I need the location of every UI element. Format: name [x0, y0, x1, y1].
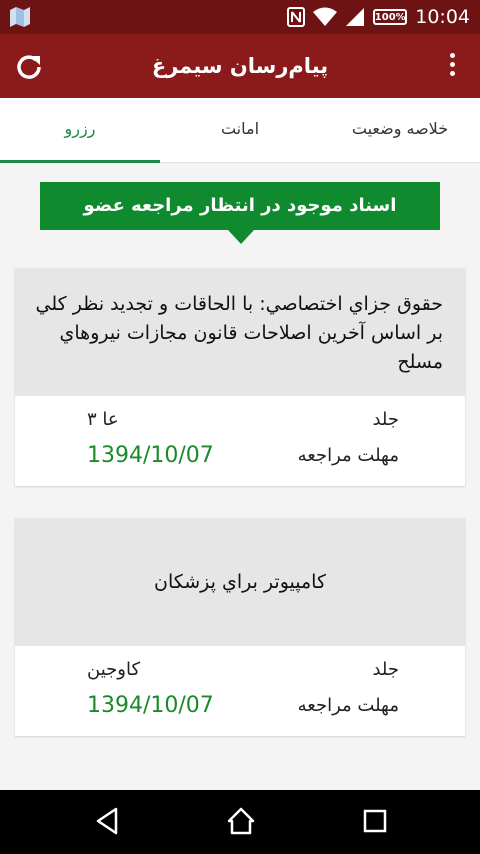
card-details: جلد عا ۳ مهلت مراجعه 1394/10/07 — [15, 396, 465, 486]
clock: 10:04 — [415, 6, 470, 28]
gallery-icon — [10, 7, 30, 27]
volume-value: كاوجين — [87, 659, 141, 680]
back-triangle-icon[interactable] — [94, 806, 120, 836]
recents-square-icon[interactable] — [362, 806, 388, 836]
deadline-label: مهلت مراجعه — [297, 445, 399, 466]
system-nav-bar — [0, 790, 480, 854]
app-title: پیام‌رسان سیمرغ — [151, 54, 329, 78]
home-icon[interactable] — [226, 806, 256, 836]
status-banner: اسناد موجود در انتظار مراجعه عضو — [40, 182, 440, 230]
deadline-label: مهلت مراجعه — [297, 695, 399, 716]
deadline-value: 1394/10/07 — [87, 693, 214, 718]
volume-value: عا ۳ — [87, 409, 119, 430]
list-item[interactable]: حقوق جزاي اختصاصي: با الحاقات و تجديد نظ… — [15, 268, 465, 486]
book-title: حقوق جزاي اختصاصي: با الحاقات و تجديد نظ… — [15, 268, 465, 396]
volume-label: جلد — [372, 409, 399, 430]
battery-percent: 100% — [374, 11, 406, 23]
app-bar: پیام‌رسان سیمرغ — [0, 34, 480, 98]
nfc-icon — [287, 7, 306, 27]
signal-icon — [346, 8, 365, 26]
tab-bar: رزرو امانت خلاصه وضعيت — [0, 98, 480, 163]
tab-reserve[interactable]: رزرو — [0, 98, 160, 163]
battery-icon: 100% — [373, 9, 408, 25]
card-details: جلد كاوجين مهلت مراجعه 1394/10/07 — [15, 646, 465, 736]
book-title: كامپيوتر براي پزشكان — [15, 518, 465, 646]
status-bar: 100% 10:04 — [0, 0, 480, 34]
volume-label: جلد — [372, 659, 399, 680]
more-vert-icon[interactable] — [446, 53, 458, 81]
tab-loan[interactable]: امانت — [160, 98, 320, 162]
deadline-value: 1394/10/07 — [87, 443, 214, 468]
wifi-icon — [313, 7, 338, 26]
list-item[interactable]: كامپيوتر براي پزشكان جلد كاوجين مهلت مرا… — [15, 518, 465, 736]
banner-pointer — [228, 230, 254, 244]
tab-summary[interactable]: خلاصه وضعيت — [320, 98, 480, 162]
